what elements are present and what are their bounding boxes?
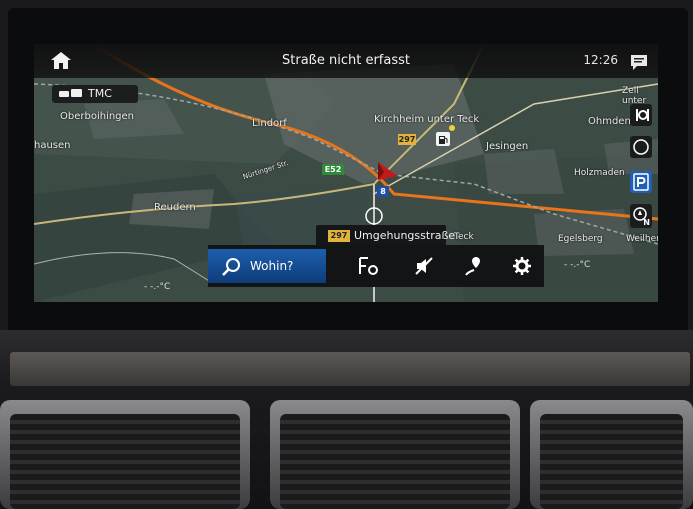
destination-search-label: Wohin?: [250, 259, 294, 273]
map-label: Reudern: [154, 202, 196, 213]
road-sign-b297: 297: [398, 134, 416, 145]
map-label: Ohmden: [588, 116, 631, 127]
current-road-banner: 297 Umgehungsstraße: [316, 225, 455, 247]
map-label: Zell unter: [622, 86, 647, 106]
destination-search-button[interactable]: Wohin?: [208, 249, 326, 283]
page-title: Straße nicht erfasst: [282, 53, 410, 68]
navigation-screen: 297 E52 8 Oberboihingen Lindorf Kirchhei…: [34, 44, 658, 302]
air-vent-left: [0, 400, 250, 509]
temperature-left: - -.-°C: [144, 282, 171, 292]
tmc-button[interactable]: TMC: [52, 85, 138, 103]
search-icon: [222, 258, 240, 276]
temperature-right: - -.-°C: [564, 260, 591, 270]
status-bar: Straße nicht erfasst 12:26: [34, 44, 658, 78]
navigation-menu-bar: Wohin?: [208, 245, 544, 287]
traffic-icon: [59, 89, 82, 97]
map-label: Kirchheim unter Teck: [374, 114, 480, 125]
gear-icon: [513, 257, 531, 275]
air-vent-right: [530, 400, 693, 509]
settings-button[interactable]: [500, 251, 544, 281]
compass-icon: [633, 139, 649, 155]
route-button[interactable]: [450, 251, 494, 281]
map-label: Weilher: [626, 234, 658, 244]
message-icon: [631, 55, 647, 70]
restaurant-icon: [636, 109, 649, 121]
parking-poi-button[interactable]: [630, 171, 652, 193]
north-up-button[interactable]: N: [630, 204, 652, 228]
mute-voice-icon: [415, 257, 433, 275]
road-sign-a8: 8: [377, 186, 389, 197]
parking-icon: [633, 173, 649, 191]
tmc-label: TMC: [88, 87, 112, 100]
map-label: Teck: [454, 232, 474, 242]
dashboard-trim: [10, 352, 690, 386]
mute-navigation-button[interactable]: [402, 251, 446, 281]
fuel-station-icon[interactable]: [436, 132, 450, 146]
messages-button[interactable]: [628, 52, 650, 72]
road-number-badge: 297: [328, 230, 350, 242]
map-label: hausen: [34, 140, 71, 151]
map-label: Egelsberg: [558, 234, 603, 244]
air-vent-center: [270, 400, 520, 509]
map-label: Oberboihingen: [60, 111, 135, 122]
current-street-name: Umgehungsstraße: [354, 229, 456, 242]
north-label: N: [643, 218, 650, 227]
route-options-button[interactable]: [346, 251, 390, 281]
map-label: Jesingen: [486, 141, 529, 152]
compass-button[interactable]: [630, 136, 652, 158]
route-options-icon: [359, 257, 378, 275]
map-label: Lindorf: [252, 118, 287, 129]
restaurant-poi-button[interactable]: [630, 104, 652, 126]
road-sign-e52: E52: [322, 164, 344, 175]
route-pin-icon: [465, 257, 480, 276]
clock: 12:26: [583, 53, 618, 67]
map-label: Holzmaden: [574, 168, 625, 178]
